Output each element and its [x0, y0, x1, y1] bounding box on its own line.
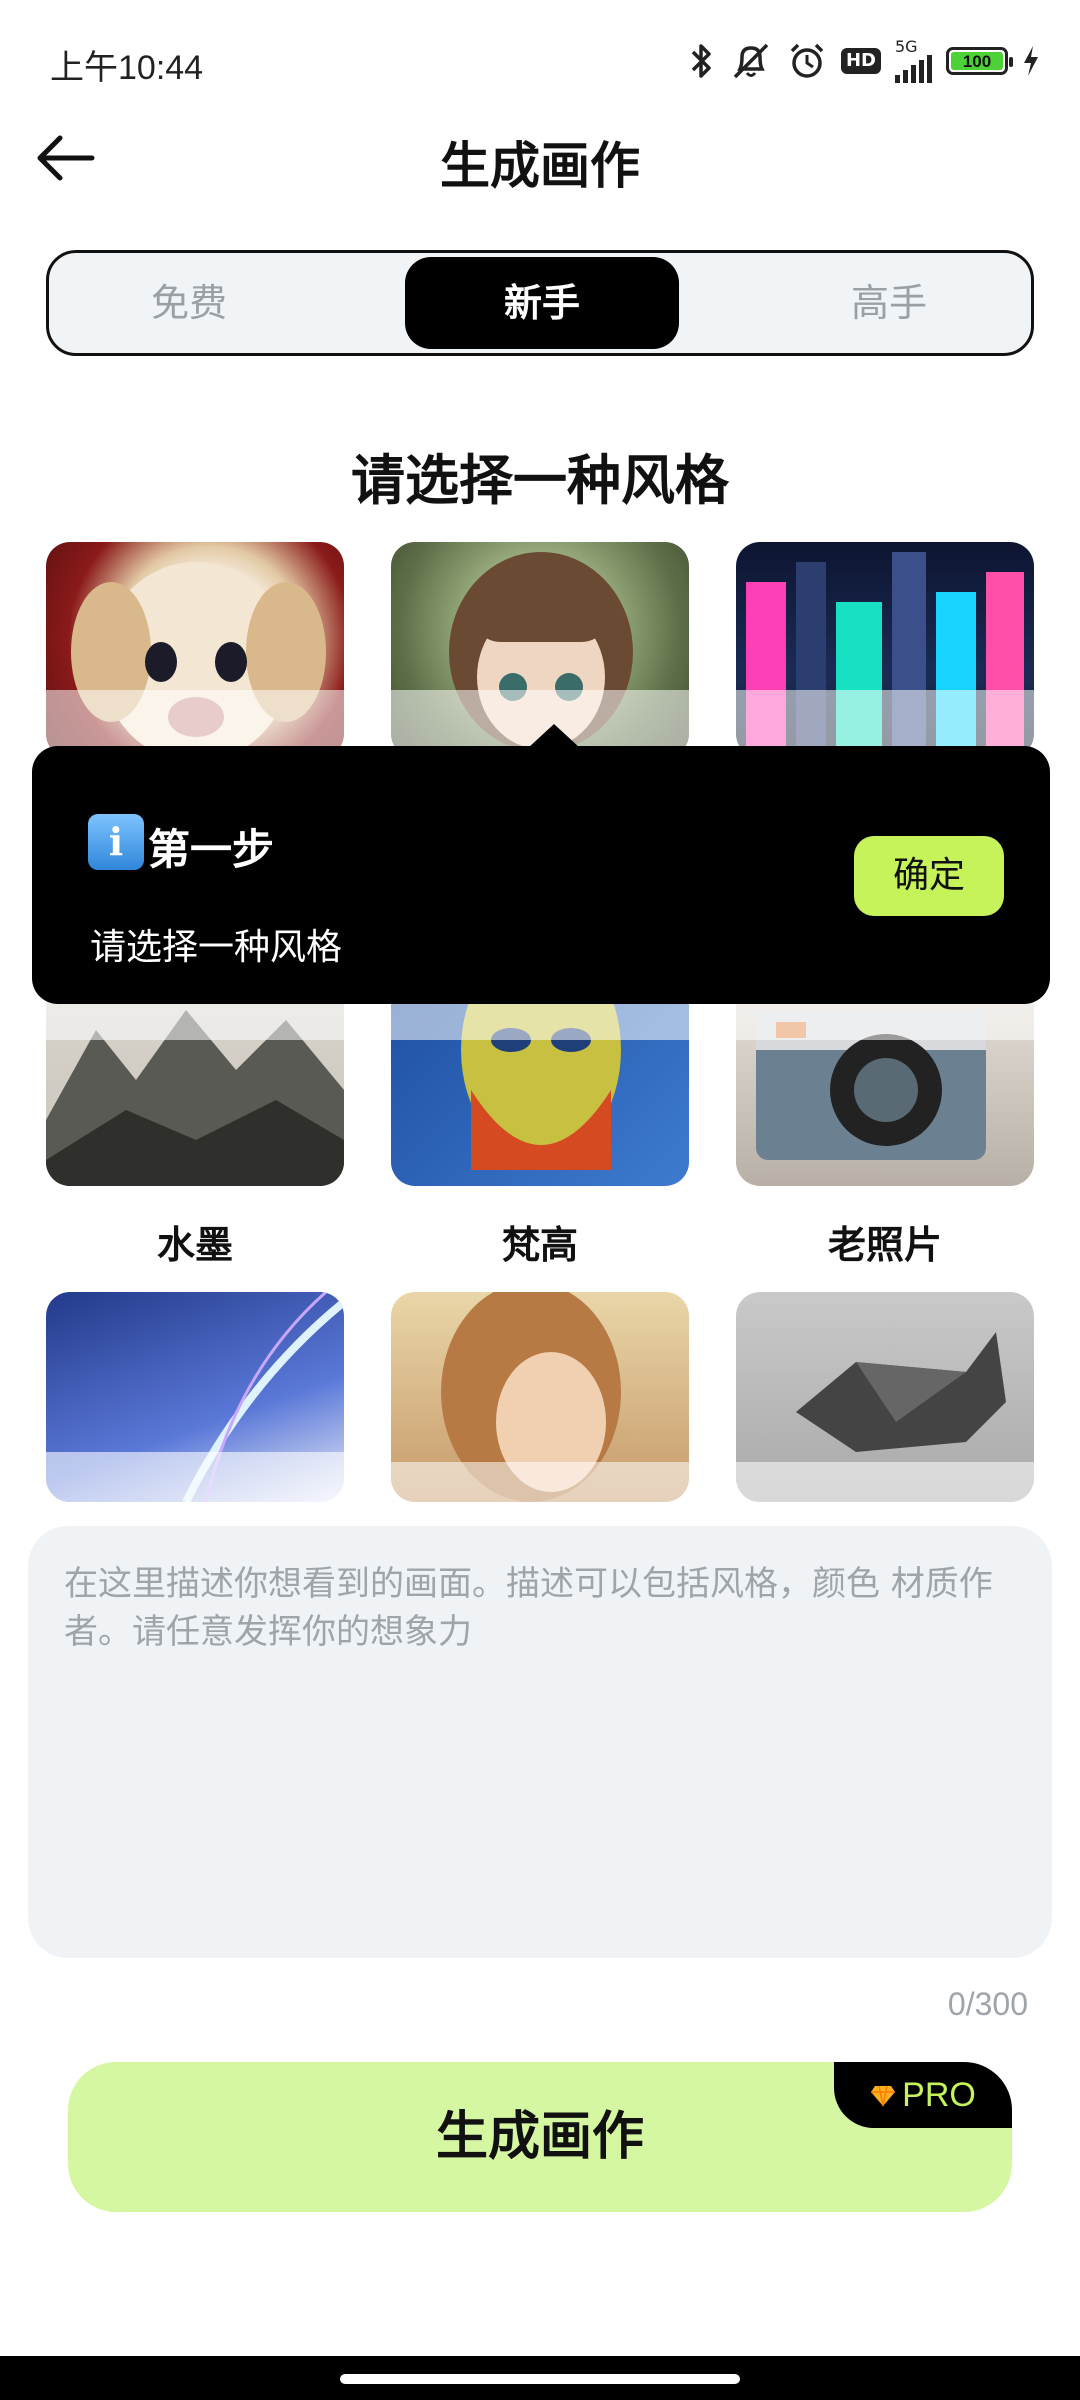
style-card-origami[interactable]	[736, 1292, 1034, 1502]
style-card-anime-sky[interactable]	[46, 1292, 344, 1502]
tooltip-description: 请选择一种风格	[90, 927, 343, 968]
system-nav-bar	[0, 2356, 1080, 2400]
tooltip-confirm-button[interactable]: 确定	[854, 836, 1004, 916]
section-title: 请选择一种风格	[351, 449, 729, 512]
bluetooth-icon	[689, 41, 715, 81]
style-label-van-gogh: 梵高	[501, 1223, 578, 1267]
tab-beginner[interactable]: 新手	[405, 257, 679, 349]
home-indicator[interactable]	[340, 2374, 740, 2384]
signal-icon: 5G	[895, 39, 932, 83]
origami-cow-image	[736, 1332, 1034, 1502]
level-tabs: 免费 新手 高手	[46, 250, 1034, 356]
status-bar: 上午10:44 HD 5G 100	[0, 0, 1080, 120]
diamond-icon	[871, 2085, 896, 2107]
tooltip-step-title: 第一步	[148, 825, 275, 874]
style-label-ink: 水墨	[156, 1223, 233, 1267]
info-icon: i	[88, 814, 144, 870]
girl-painting-image	[391, 1292, 689, 1502]
alarm-icon	[787, 41, 827, 81]
tab-free[interactable]: 免费	[49, 253, 329, 353]
charging-icon	[1022, 44, 1040, 78]
style-card-classic-painting[interactable]	[391, 1292, 689, 1502]
anime-sky-image	[46, 1292, 344, 1502]
hd-icon: HD	[840, 48, 881, 74]
battery-icon: 100	[946, 47, 1013, 75]
onboarding-tooltip: i 第一步 请选择一种风格 确定	[32, 724, 1050, 1004]
status-icons: HD 5G 100	[689, 36, 1040, 86]
char-counter: 0/300	[947, 1986, 1028, 2022]
prompt-placeholder: 在这里描述你想看到的画面。描述可以包括风格，颜色 材质作者。请任意发挥你的想象力	[64, 1564, 993, 1652]
status-time: 上午10:44	[50, 49, 204, 87]
mute-bell-icon	[729, 41, 773, 81]
pro-badge: PRO	[834, 2062, 1012, 2128]
network-type: 5G	[895, 37, 918, 56]
prompt-input[interactable]: 在这里描述你想看到的画面。描述可以包括风格，颜色 材质作者。请任意发挥你的想象力	[28, 1526, 1052, 1958]
generate-button[interactable]: 生成画作 PRO	[68, 2062, 1012, 2212]
page-title: 生成画作	[440, 137, 640, 195]
pro-label: PRO	[902, 2075, 976, 2114]
style-label-old-photo: 老照片	[827, 1223, 942, 1267]
tab-expert[interactable]: 高手	[749, 253, 1029, 353]
